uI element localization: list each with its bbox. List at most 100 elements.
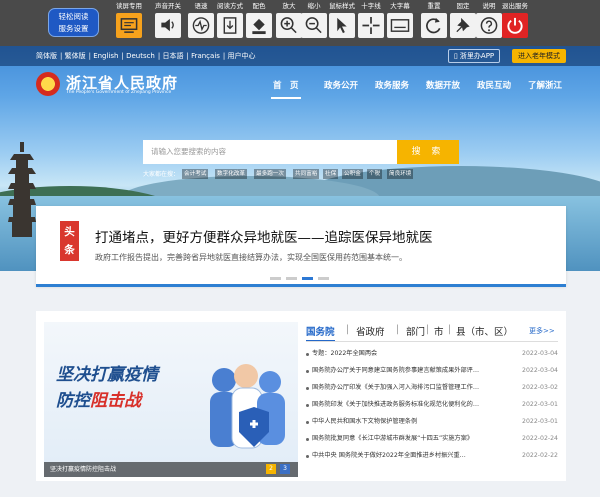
national-emblem-logo xyxy=(36,72,60,96)
hot-term[interactable]: 共同富裕 xyxy=(293,169,320,179)
tool-power-button[interactable]: 退出服务 xyxy=(496,2,534,44)
search-input[interactable]: 请输入您要搜索的内容 xyxy=(143,140,397,164)
banner-title-line2: 防控阻击战 xyxy=(56,386,141,411)
hot-search-label: 大家都在搜： xyxy=(143,171,180,178)
news-item[interactable]: 国务院办公厅关于同意建立国务院参事建言献策成果外部评… 2022-03-04 xyxy=(306,364,558,378)
headline-badge: 头 条 xyxy=(60,221,79,261)
section-divider xyxy=(36,284,566,287)
lang-link-japanese[interactable]: 日本語 xyxy=(162,52,183,60)
carousel-dot[interactable] xyxy=(270,277,281,280)
tab-separator: | xyxy=(448,324,452,335)
news-item[interactable]: 中共中央 国务院关于做好2022年全面推进乡村振兴重… 2022-02-22 xyxy=(306,449,558,463)
lang-link-traditional[interactable]: 繁体版 xyxy=(65,52,86,60)
banner-page-3[interactable]: 3 xyxy=(280,464,290,474)
news-title[interactable]: 国务院批复同意《长江中游城市群发展“十四五”实施方案》 xyxy=(312,432,507,446)
news-title[interactable]: 中共中央 国务院关于做好2022年全面推进乡村振兴重… xyxy=(312,449,507,463)
bullet xyxy=(306,387,309,390)
hot-term[interactable]: 数字化改革 xyxy=(215,169,247,179)
screen-reader-icon xyxy=(116,13,142,38)
tab-separator: | xyxy=(346,324,350,335)
hot-term[interactable]: 会计考试 xyxy=(182,169,209,179)
banner-caption: 坚决打赢疫情防控阻击战 xyxy=(44,462,298,477)
bullet xyxy=(306,370,309,373)
news-date: 2022-03-01 xyxy=(522,418,558,425)
caption-icon xyxy=(387,13,413,38)
news-item[interactable]: 中华人民共和国水下文物保护管理条例 2022-03-01 xyxy=(306,415,558,429)
pagoda-illustration xyxy=(8,142,36,237)
language-links: 简体版 | 繁体版 | English | Deutsch | 日本語 | Françai… xyxy=(36,52,256,60)
banner-line2-part: 防控 xyxy=(56,391,90,411)
tab-departments[interactable]: 部门 xyxy=(406,324,425,338)
news-item[interactable]: 国务院办公厅印发《关于加强入河入海排污口监督管理工作… 2022-03-02 xyxy=(306,381,558,395)
news-title[interactable]: 国务院印发《关于加快推进政务服务标准化规范化便利化的… xyxy=(312,398,507,412)
tab-provincial-gov[interactable]: 省政府 xyxy=(356,324,385,338)
banner-page-2[interactable]: 2 xyxy=(266,464,276,474)
user-center-link[interactable]: 用户中心 xyxy=(228,52,256,60)
news-item[interactable]: 国务院印发《关于加快推进政务服务标准化规范化便利化的… 2022-03-01 xyxy=(306,398,558,412)
banner-title-line1: 坚决打赢疫情 xyxy=(56,365,158,385)
nav-services[interactable]: 政务服务 xyxy=(375,79,409,91)
easy-reading-button[interactable]: 轻松阅读 服务设置 xyxy=(48,8,99,37)
more-link[interactable]: 更多>> xyxy=(529,326,555,336)
search-button[interactable]: 搜 索 xyxy=(397,140,459,164)
lang-link-english[interactable]: English xyxy=(93,52,118,60)
power-icon xyxy=(502,13,528,38)
bullet xyxy=(306,455,309,458)
bullet xyxy=(306,421,309,424)
banner-line2-highlight: 阻击战 xyxy=(90,391,141,411)
tab-separator: | xyxy=(426,324,430,335)
hot-term[interactable]: 最多跑一次 xyxy=(254,169,286,179)
headline-title[interactable]: 打通堵点，更好方便群众异地就医——追踪医保异地就医 xyxy=(95,226,433,246)
news-date: 2022-03-01 xyxy=(522,401,558,408)
nav-about-zhejiang[interactable]: 了解浙江 xyxy=(528,79,562,91)
app-link-label: 浙里办APP xyxy=(459,52,495,60)
carousel-dot-active[interactable] xyxy=(302,277,313,280)
tool-label: 退出服务 xyxy=(502,2,528,10)
nav-home[interactable]: 首 页 xyxy=(271,79,301,99)
news-tabs: 国务院 | 省政府 | 部门 | 市 | 县（市、区） xyxy=(306,322,558,342)
bullet xyxy=(306,404,309,407)
news-title[interactable]: 国务院办公厅印发《关于加强入河入海排污口监督管理工作… xyxy=(312,381,507,395)
elder-mode-button[interactable]: 进入老年模式 xyxy=(512,49,566,63)
tab-underline xyxy=(306,341,558,342)
nav-open-data[interactable]: 数据开放 xyxy=(426,79,460,91)
tab-separator: | xyxy=(396,324,400,335)
site-subtitle: The People's Government of Zhejiang Prov… xyxy=(66,90,172,95)
brand-line: 轻松阅读 xyxy=(58,12,89,21)
lang-link-simplified[interactable]: 简体版 xyxy=(36,52,57,60)
nav-gov-affairs[interactable]: 政务公开 xyxy=(324,79,358,91)
news-date: 2022-03-02 xyxy=(522,384,558,391)
headline-card[interactable]: 头 条 打通堵点，更好方便群众异地就医——追踪医保异地就医 政府工作报告提出，完… xyxy=(36,206,566,286)
accessibility-toolbar: 轻松阅读 服务设置 读屏专用 声音开关 语速 阅读方式 配色 放大 缩小 鼠标样式 十字线 大字幕… xyxy=(0,0,600,46)
color-icon xyxy=(246,13,272,38)
news-section: 坚决打赢疫情 防控阻击战 坚决打赢疫情防控阻击战 2 3 国务院 | 省政府 |… xyxy=(36,311,566,481)
news-date: 2022-03-04 xyxy=(522,350,558,357)
news-title[interactable]: 中华人民共和国水下文物保护管理条例 xyxy=(312,415,507,429)
hot-term[interactable]: 个税 xyxy=(367,169,383,179)
bullet xyxy=(306,438,309,441)
brand-line: 服务设置 xyxy=(58,24,89,33)
nav-interaction[interactable]: 政民互动 xyxy=(477,79,511,91)
hot-term[interactable]: 社保 xyxy=(323,169,339,179)
carousel-indicators xyxy=(36,277,566,281)
hot-term[interactable]: 公积金 xyxy=(342,169,363,179)
badge-char: 头 xyxy=(64,226,75,238)
medical-workers-illustration xyxy=(210,364,285,449)
epidemic-banner[interactable]: 坚决打赢疫情 防控阻击战 坚决打赢疫情防控阻击战 2 3 xyxy=(44,322,298,477)
app-download-link[interactable]: ▯ 浙里办APP xyxy=(448,49,500,63)
tab-city[interactable]: 市 xyxy=(434,324,444,338)
news-title[interactable]: 专题：2022年全国两会 xyxy=(312,347,507,361)
tab-state-council[interactable]: 国务院 xyxy=(306,324,335,342)
lang-link-german[interactable]: Deutsch xyxy=(126,52,155,60)
bullet xyxy=(306,353,309,356)
news-title[interactable]: 国务院办公厅关于同意建立国务院参事建言献策成果外部评… xyxy=(312,364,507,378)
hot-term[interactable]: 简良环境 xyxy=(387,169,414,179)
news-item[interactable]: 国务院批复同意《长江中游城市群发展“十四五”实施方案》 2022-02-24 xyxy=(306,432,558,446)
news-date: 2022-02-22 xyxy=(522,452,558,459)
news-item[interactable]: 专题：2022年全国两会 2022-03-04 xyxy=(306,347,558,361)
speaker-icon xyxy=(155,13,181,38)
carousel-dot[interactable] xyxy=(286,277,297,280)
carousel-dot[interactable] xyxy=(318,277,329,280)
tab-county[interactable]: 县（市、区） xyxy=(456,324,513,338)
lang-link-french[interactable]: Français xyxy=(191,52,220,60)
